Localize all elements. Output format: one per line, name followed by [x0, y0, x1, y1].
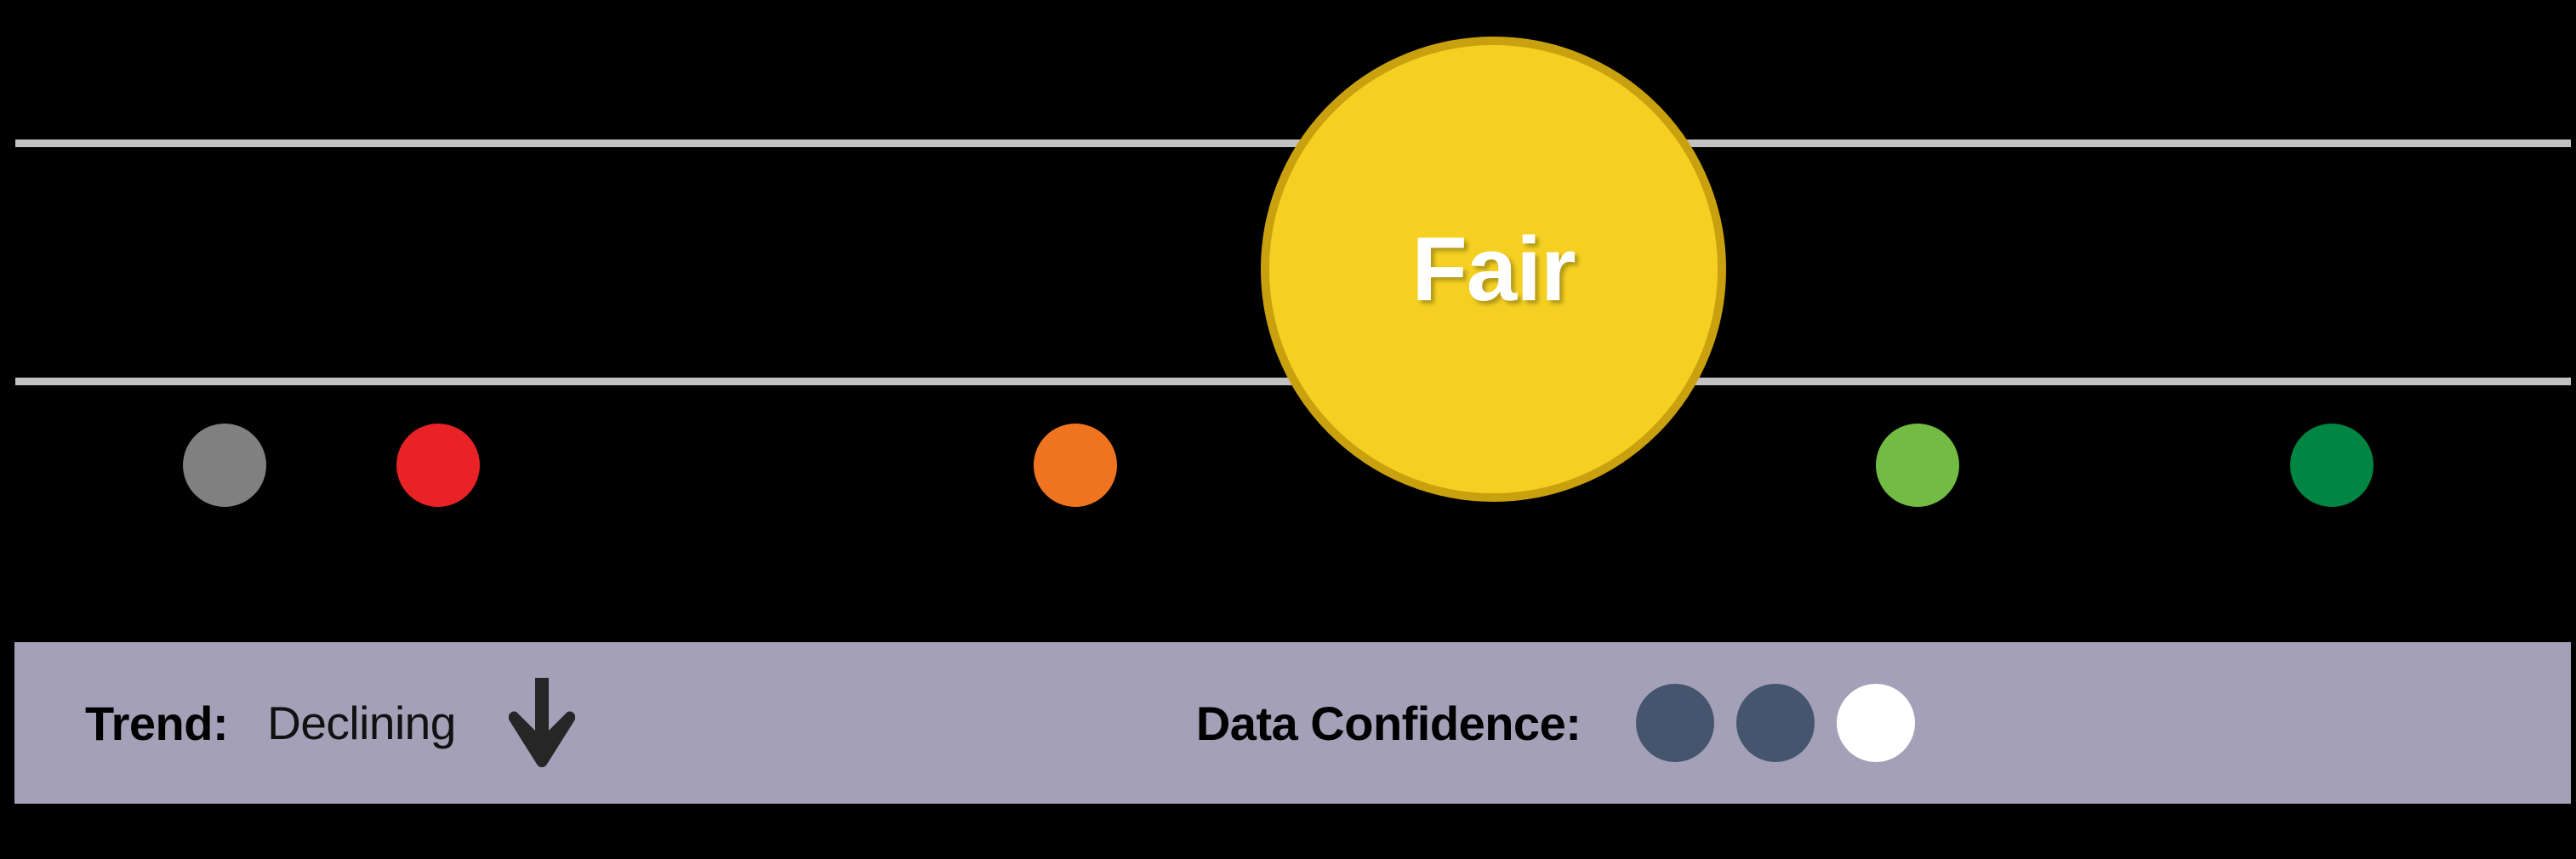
trend-value: Declining	[267, 697, 456, 749]
confidence-dot-empty-3[interactable]	[1837, 684, 1916, 762]
data-confidence-label: Data Confidence:	[1195, 696, 1582, 750]
rating-dot-excellent[interactable]	[2290, 424, 2374, 507]
data-confidence-group: Data Confidence:	[1196, 684, 1916, 762]
confidence-dot-filled-2[interactable]	[1736, 684, 1815, 762]
arrow-down-icon	[508, 678, 575, 768]
data-confidence-dots	[1636, 684, 1916, 762]
meta-bar: Trend: Declining Data Confidence:	[14, 642, 2571, 804]
rating-dot-poor[interactable]	[1034, 424, 1117, 507]
confidence-dot-filled-1[interactable]	[1636, 684, 1715, 762]
rating-dot-good[interactable]	[1876, 424, 1959, 507]
current-rating-label: Fair	[1411, 218, 1576, 320]
trend-group: Trend: Declining	[85, 676, 575, 770]
scale-rule-top	[15, 139, 2571, 147]
condition-rating-band: Fair	[0, 0, 2576, 629]
current-rating-marker[interactable]: Fair	[1261, 37, 1726, 502]
trend-label: Trend:	[85, 696, 229, 750]
rating-scale-dots	[0, 424, 2576, 543]
rating-dot-unknown[interactable]	[183, 424, 266, 507]
rating-dot-critical[interactable]	[396, 424, 480, 507]
